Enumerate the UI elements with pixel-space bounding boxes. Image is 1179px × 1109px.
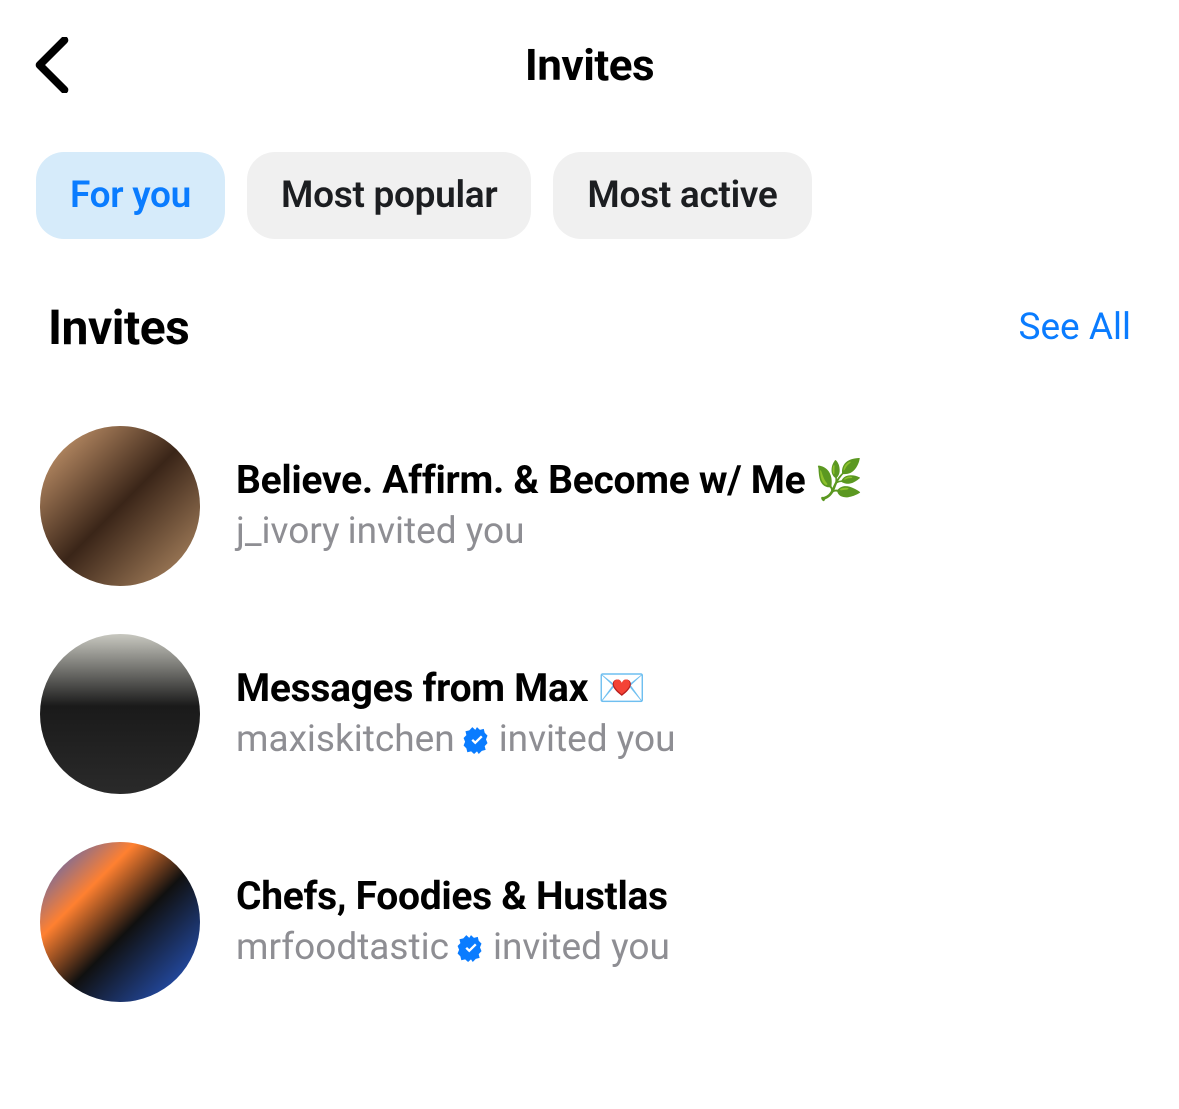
tab-for-you[interactable]: For you	[36, 152, 225, 239]
header: Invites	[0, 0, 1179, 130]
see-all-link[interactable]: See All	[1018, 306, 1131, 349]
back-button[interactable]	[22, 35, 82, 95]
section-header: Invites See All	[0, 239, 1179, 356]
invites-list: Believe. Affirm. & Become w/ Me 🌿 j_ivor…	[0, 356, 1179, 1002]
invite-suffix: invited you	[499, 716, 676, 764]
section-title: Invites	[48, 299, 189, 356]
tab-most-popular[interactable]: Most popular	[247, 152, 531, 239]
item-content: Chefs, Foodies & Hustlas mrfoodtastic in…	[236, 872, 1131, 973]
inviter-username: mrfoodtastic	[236, 924, 449, 972]
invite-subtitle: mrfoodtastic invited you	[236, 924, 1131, 972]
invite-title: Messages from Max 💌	[236, 664, 1131, 713]
invite-subtitle: maxiskitchen invited you	[236, 716, 1131, 764]
list-item[interactable]: Messages from Max 💌 maxiskitchen invited…	[40, 634, 1131, 794]
list-item[interactable]: Chefs, Foodies & Hustlas mrfoodtastic in…	[40, 842, 1131, 1002]
tabs-container: For you Most popular Most active	[0, 130, 1179, 239]
invite-title: Believe. Affirm. & Become w/ Me 🌿	[236, 456, 1131, 505]
inviter-username: maxiskitchen	[236, 716, 455, 764]
chevron-left-icon	[33, 37, 71, 93]
tab-most-active[interactable]: Most active	[553, 152, 811, 239]
invite-title: Chefs, Foodies & Hustlas	[236, 872, 1131, 921]
invite-suffix: invited you	[493, 924, 670, 972]
inviter-username: j_ivory	[236, 508, 340, 556]
item-content: Believe. Affirm. & Become w/ Me 🌿 j_ivor…	[236, 456, 1131, 557]
page-title: Invites	[525, 39, 654, 91]
avatar	[40, 842, 200, 1002]
verified-icon	[457, 934, 485, 962]
verified-icon	[463, 726, 491, 754]
invite-suffix: invited you	[348, 508, 525, 556]
avatar	[40, 634, 200, 794]
item-content: Messages from Max 💌 maxiskitchen invited…	[236, 664, 1131, 765]
avatar	[40, 426, 200, 586]
list-item[interactable]: Believe. Affirm. & Become w/ Me 🌿 j_ivor…	[40, 426, 1131, 586]
invite-subtitle: j_ivory invited you	[236, 508, 1131, 556]
